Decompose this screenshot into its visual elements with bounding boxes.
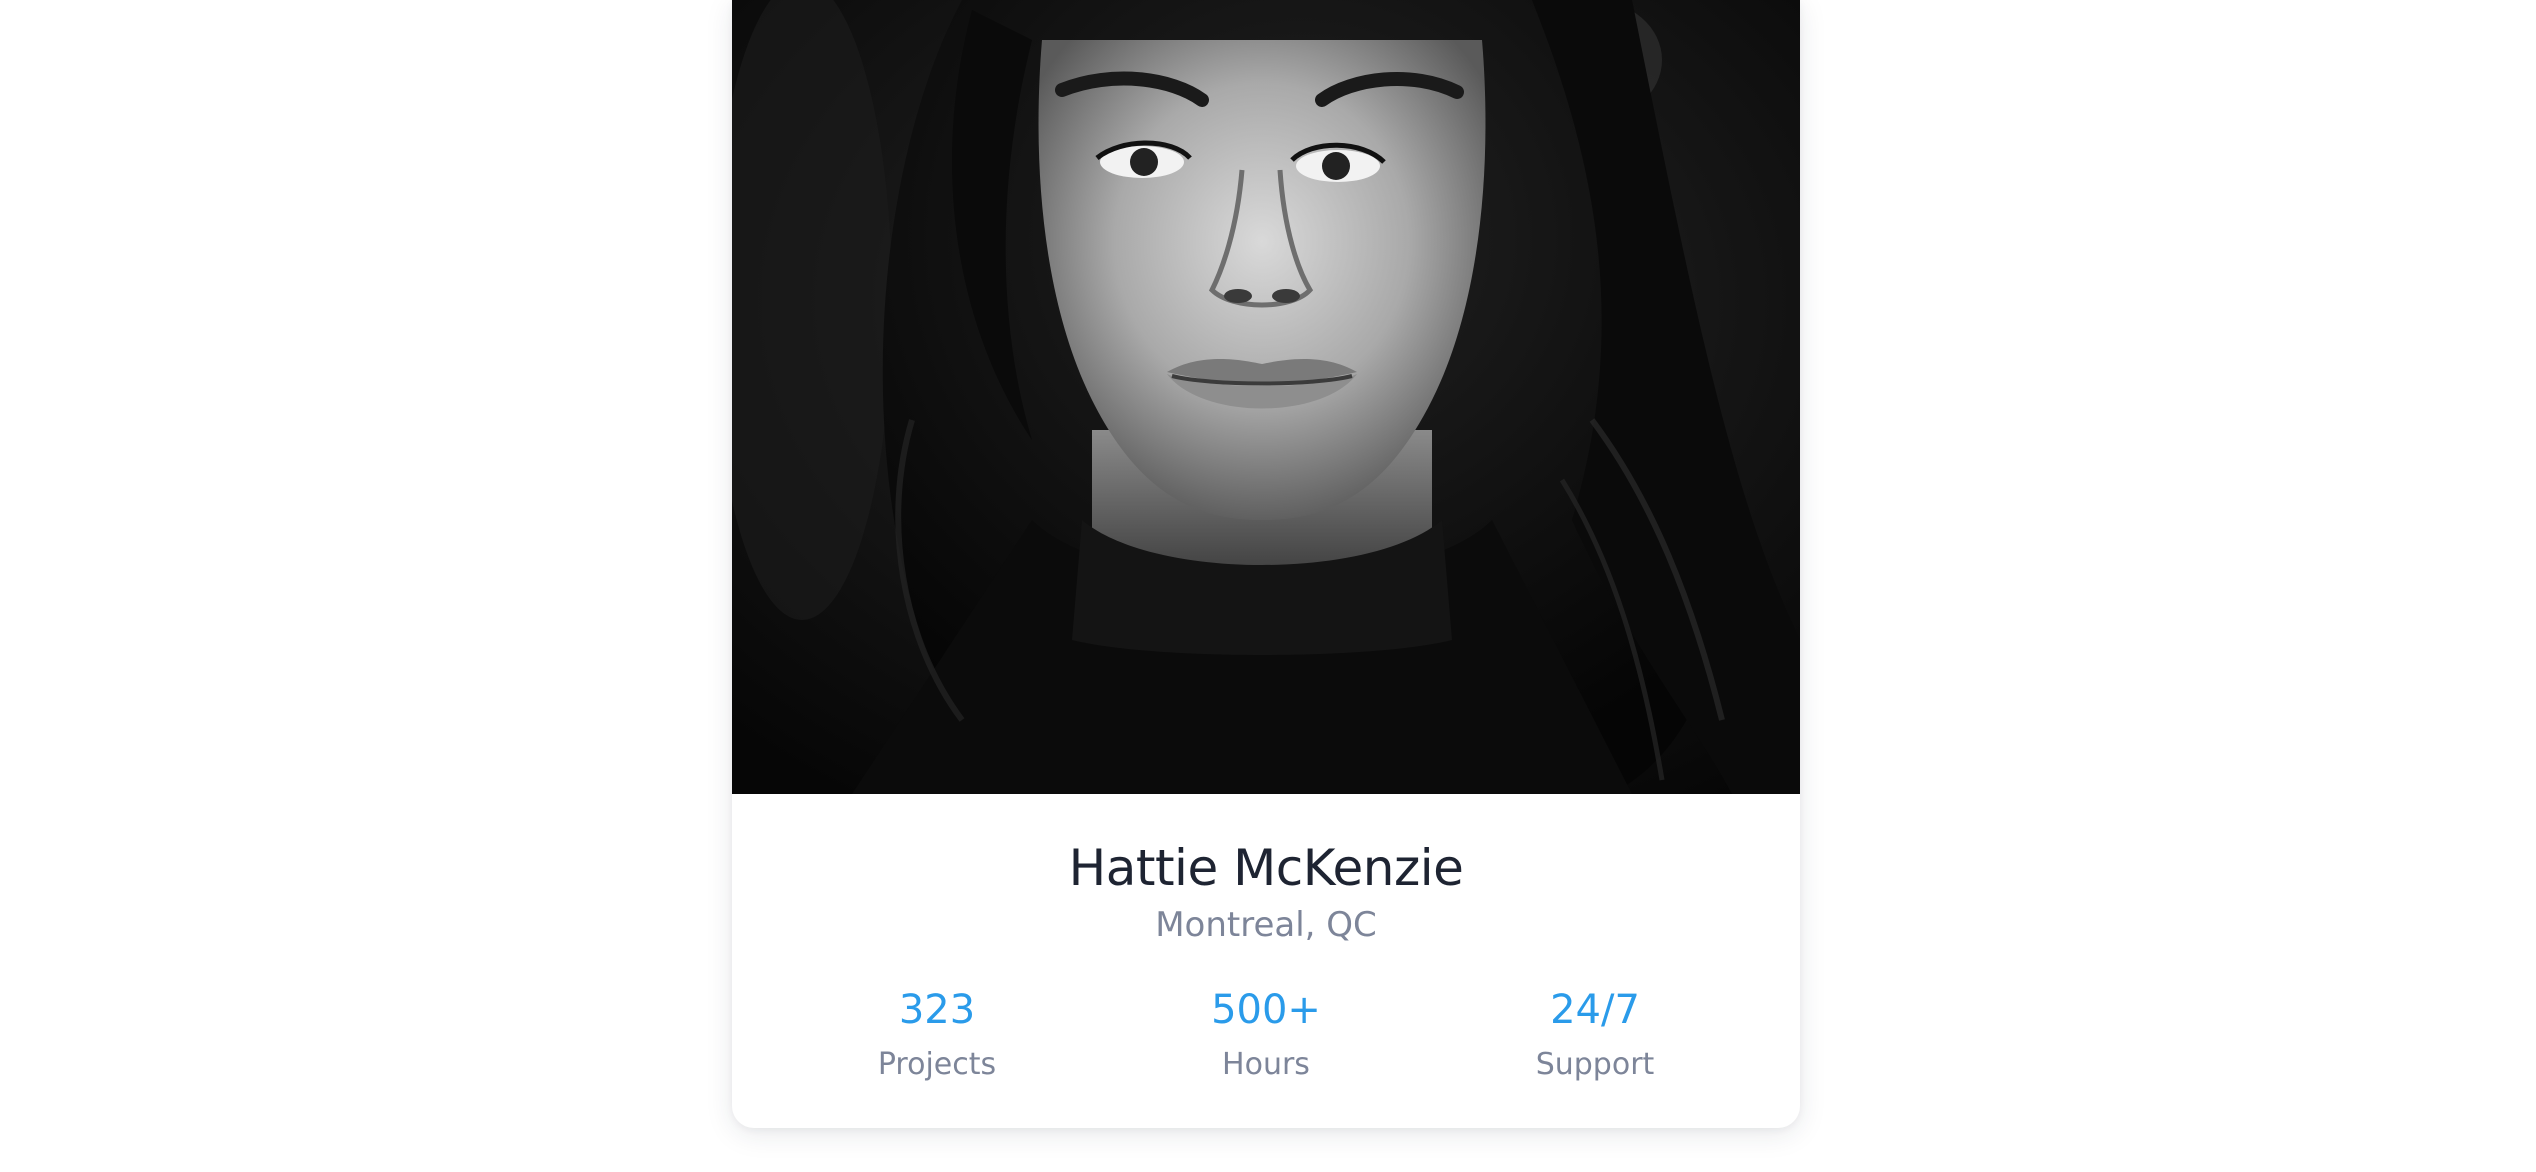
profile-photo xyxy=(732,0,1800,794)
stat-projects: 323 Projects xyxy=(787,982,1087,1086)
stat-value: 500+ xyxy=(1211,987,1321,1033)
stat-value: 24/7 xyxy=(1550,987,1640,1033)
portrait-image xyxy=(732,0,1800,794)
stat-label: Support xyxy=(1535,1047,1655,1082)
profile-name: Hattie McKenzie xyxy=(1068,839,1464,897)
stat-hours: 500+ Hours xyxy=(1116,982,1416,1086)
stat-value: 323 xyxy=(898,987,976,1033)
stat-label: Projects xyxy=(877,1047,997,1082)
profile-card: Hattie McKenzie Montreal, QC 323 Project… xyxy=(732,0,1800,1128)
profile-location: Montreal, QC xyxy=(1155,905,1377,945)
stat-support: 24/7 Support xyxy=(1445,982,1745,1086)
stat-label: Hours xyxy=(1222,1047,1310,1082)
